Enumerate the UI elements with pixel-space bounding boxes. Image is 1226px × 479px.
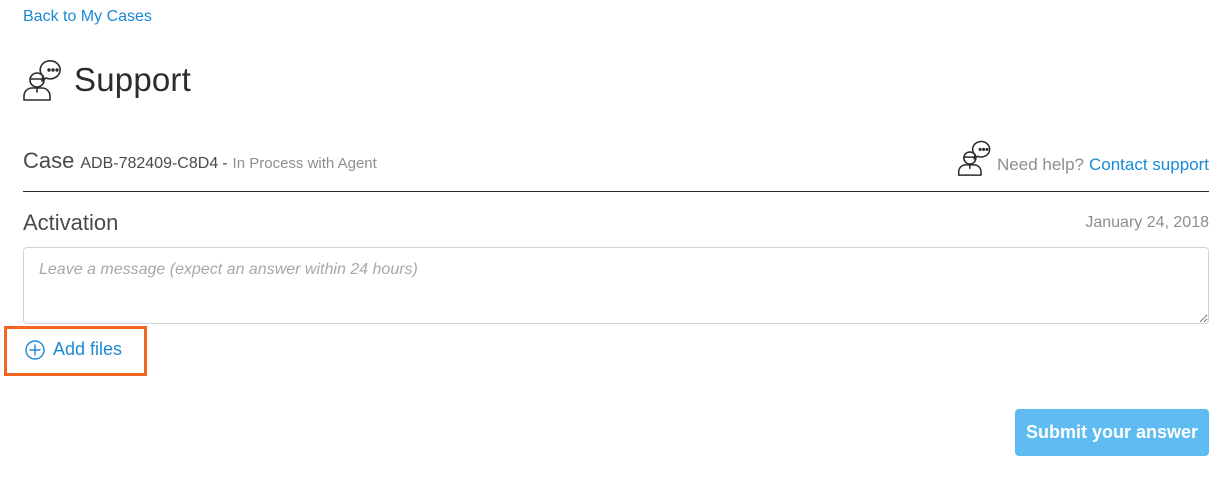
case-label: Case [23,148,75,173]
page-title: Support [74,61,191,98]
help-area: Need help? Contact support [957,139,1209,177]
submit-answer-button[interactable]: Submit your answer [1015,409,1209,456]
case-info: Case ADB-782409-C8D4 - In Process with A… [23,148,377,174]
contact-support-link[interactable]: Contact support [1089,155,1209,175]
case-topic: Activation [23,210,119,235]
plus-circle-icon [25,339,45,360]
support-agent-icon [22,58,64,102]
add-files-label: Add files [53,339,123,359]
case-summary-row: Case ADB-782409-C8D4 - In Process with A… [23,140,1209,192]
support-case-page: Back to My Cases Support Case ADB-782409… [0,0,1226,479]
need-help-text: Need help? [997,155,1084,174]
message-input[interactable] [23,247,1209,324]
case-status: In Process with Agent [232,155,377,172]
case-id: ADB-782409-C8D4 [80,155,219,172]
page-header: Support [22,58,191,102]
case-date: January 24, 2018 [1085,214,1209,231]
add-files-button[interactable]: Add files [25,339,122,360]
back-to-my-cases-link[interactable]: Back to My Cases [23,8,152,26]
case-separator: - [222,155,228,172]
support-agent-icon [957,139,993,177]
